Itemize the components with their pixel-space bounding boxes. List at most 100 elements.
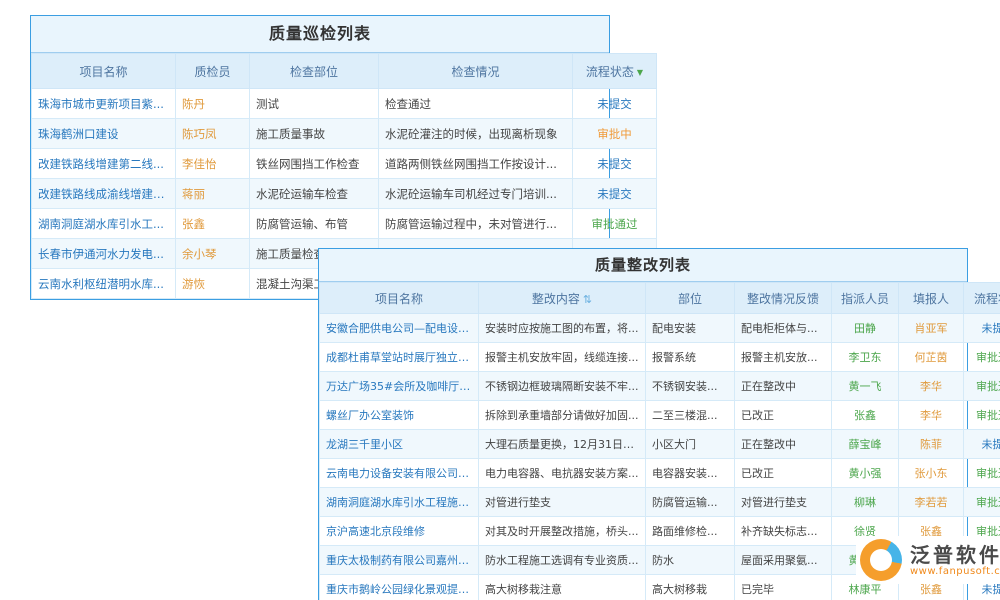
assignee-cell: 薛宝峰 — [832, 430, 899, 459]
project-name-cell[interactable]: 改建铁路线成渝线增建第... — [32, 179, 176, 209]
part-cell: 防腐管运输... — [646, 488, 735, 517]
feedback-cell: 屋面采用聚氨... — [735, 546, 832, 575]
project-name-cell[interactable]: 龙湖三千里小区 — [320, 430, 479, 459]
table-row: 螺丝厂办公室装饰拆除到承重墙部分请做好加固...二至三楼混...已改正张鑫李华审… — [320, 401, 1000, 430]
workflow-status-cell: 审批通过 — [964, 343, 1000, 372]
rectify-header-row: 项目名称 整改内容⇅ 部位 整改情况反馈指派人员 填报人 流程状态 — [320, 283, 1000, 314]
rectify-content-cell: 电力电容器、电抗器安装方案... — [479, 459, 646, 488]
project-name-cell[interactable]: 成都杜甫草堂站时展厅独立展... — [320, 343, 479, 372]
column-header-label: 项目名称 — [375, 292, 423, 306]
rectify-content-cell: 高大树移栽注意 — [479, 575, 646, 600]
assignee-cell: 张鑫 — [832, 401, 899, 430]
column-header-project-name[interactable]: 项目名称 — [32, 54, 176, 89]
project-name-cell[interactable]: 云南水利枢纽潜明水库... — [32, 269, 176, 299]
feedback-cell: 对管进行垫支 — [735, 488, 832, 517]
table-row: 湖南洞庭湖水库引水工...张鑫防腐管运输、布管防腐管运输过程中，未对管进行...… — [32, 209, 657, 239]
assignee-cell: 黄一飞 — [832, 372, 899, 401]
reporter-cell: 张小东 — [899, 459, 964, 488]
rectify-content-cell: 大理石质量更换，12月31日之... — [479, 430, 646, 459]
rectify-content-cell: 不锈钢边框玻璃隔断安装不牢... — [479, 372, 646, 401]
column-header-label: 流程状态 — [974, 292, 1000, 306]
project-name-cell[interactable]: 重庆太极制药有限公司嘉州中... — [320, 546, 479, 575]
table-row: 湖南洞庭湖水库引水工程施工...对管进行垫支防腐管运输...对管进行垫支柳琳李若… — [320, 488, 1000, 517]
workflow-status-cell: 未提交 — [573, 149, 657, 179]
part-cell: 报警系统 — [646, 343, 735, 372]
column-header-assignee[interactable]: 指派人员 — [832, 283, 899, 314]
project-name-cell[interactable]: 安徽合肥供电公司—配电设备... — [320, 314, 479, 343]
page: 质量巡检列表 项目名称质检员检查部位检查情况流程状态▼ 珠海市城市更新项目紫..… — [0, 0, 1000, 600]
table-row: 成都杜甫草堂站时展厅独立展...报警主机安放牢固，线缆连接...报警系统报警主机… — [320, 343, 1000, 372]
workflow-status-cell: 未提交 — [964, 314, 1000, 343]
fanpu-logo-url[interactable]: www.fanpusoft.com — [910, 566, 1000, 577]
inspection-result-cell: 检查通过 — [379, 89, 573, 119]
column-header-label: 检查情况 — [451, 65, 499, 79]
reporter-cell: 李华 — [899, 372, 964, 401]
inspection-result-cell: 防腐管运输过程中，未对管进行... — [379, 209, 573, 239]
inspection-result-cell: 水泥砼灌注的时候，出现离析现象 — [379, 119, 573, 149]
inspector-cell: 张鑫 — [176, 209, 250, 239]
table-row: 安徽合肥供电公司—配电设备...安装时应按施工图的布置，将...配电安装配电柜柜… — [320, 314, 1000, 343]
workflow-status-cell: 审批通过 — [964, 488, 1000, 517]
assignee-cell: 田静 — [832, 314, 899, 343]
patrol-header-row: 项目名称 质检员 检查部位 检查情况 流程状态▼ — [32, 54, 657, 89]
patrol-table-title: 质量巡检列表 — [31, 16, 609, 53]
feedback-cell: 已完毕 — [735, 575, 832, 600]
column-header-part[interactable]: 部位 — [646, 283, 735, 314]
project-name-cell[interactable]: 珠海鹤洲口建设 — [32, 119, 176, 149]
column-header-rectify-content[interactable]: 整改内容⇅ — [479, 283, 646, 314]
project-name-cell[interactable]: 万达广场35#会所及咖啡厅空... — [320, 372, 479, 401]
column-header-label: 质检员 — [194, 65, 230, 79]
column-header-inspection-result[interactable]: 检查情况 — [379, 54, 573, 89]
column-header-workflow-status[interactable]: 流程状态▼ — [573, 54, 657, 89]
inspection-part-cell: 铁丝网围挡工作检查 — [250, 149, 379, 179]
part-cell: 配电安装 — [646, 314, 735, 343]
workflow-status-cell: 审批通过 — [964, 401, 1000, 430]
workflow-status-cell: 审批通过 — [573, 209, 657, 239]
inspector-cell: 陈丹 — [176, 89, 250, 119]
inspection-part-cell: 防腐管运输、布管 — [250, 209, 379, 239]
feedback-cell: 已改正 — [735, 401, 832, 430]
project-name-cell[interactable]: 云南电力设备安装有限公司20... — [320, 459, 479, 488]
rectify-content-cell: 防水工程施工选调有专业资质... — [479, 546, 646, 575]
workflow-status-cell: 审批中 — [573, 119, 657, 149]
reporter-cell: 陈菲 — [899, 430, 964, 459]
part-cell: 不锈钢安装... — [646, 372, 735, 401]
table-row: 珠海鹤洲口建设陈巧凤施工质量事故水泥砼灌注的时候，出现离析现象审批中 — [32, 119, 657, 149]
reporter-cell: 李若若 — [899, 488, 964, 517]
column-header-inspector[interactable]: 质检员 — [176, 54, 250, 89]
filter-icon: ▼ — [637, 68, 643, 77]
project-name-cell[interactable]: 京沪高速北京段维修 — [320, 517, 479, 546]
column-header-reporter[interactable]: 填报人 — [899, 283, 964, 314]
inspection-part-cell: 施工质量事故 — [250, 119, 379, 149]
rectify-content-cell: 拆除到承重墙部分请做好加固... — [479, 401, 646, 430]
part-cell: 电容器安装... — [646, 459, 735, 488]
rectify-content-cell: 安装时应按施工图的布置，将... — [479, 314, 646, 343]
reporter-cell: 肖亚军 — [899, 314, 964, 343]
column-header-inspection-part[interactable]: 检查部位 — [250, 54, 379, 89]
column-header-project-name[interactable]: 项目名称 — [320, 283, 479, 314]
project-name-cell[interactable]: 重庆市鹅岭公园绿化景观提升... — [320, 575, 479, 600]
project-name-cell[interactable]: 湖南洞庭湖水库引水工程施工... — [320, 488, 479, 517]
fanpu-logo-text: 泛普软件 www.fanpusoft.com — [910, 544, 1000, 577]
inspection-part-cell: 测试 — [250, 89, 379, 119]
column-header-workflow-status[interactable]: 流程状态 — [964, 283, 1000, 314]
project-name-cell[interactable]: 改建铁路线增建第二线... — [32, 149, 176, 179]
project-name-cell[interactable]: 长春市伊通河水力发电... — [32, 239, 176, 269]
column-header-label: 填报人 — [913, 292, 949, 306]
part-cell: 防水 — [646, 546, 735, 575]
feedback-cell: 已改正 — [735, 459, 832, 488]
fanpu-logo-icon — [860, 539, 902, 581]
feedback-cell: 正在整改中 — [735, 430, 832, 459]
column-header-label: 部位 — [678, 292, 702, 306]
workflow-status-cell: 未提交 — [964, 430, 1000, 459]
column-header-label: 项目名称 — [79, 65, 127, 79]
column-header-feedback[interactable]: 整改情况反馈 — [735, 283, 832, 314]
project-name-cell[interactable]: 湖南洞庭湖水库引水工... — [32, 209, 176, 239]
part-cell: 二至三楼混... — [646, 401, 735, 430]
assignee-cell: 黄小强 — [832, 459, 899, 488]
project-name-cell[interactable]: 螺丝厂办公室装饰 — [320, 401, 479, 430]
rectify-content-cell: 对管进行垫支 — [479, 488, 646, 517]
feedback-cell: 正在整改中 — [735, 372, 832, 401]
column-header-label: 指派人员 — [841, 292, 889, 306]
project-name-cell[interactable]: 珠海市城市更新项目紫... — [32, 89, 176, 119]
